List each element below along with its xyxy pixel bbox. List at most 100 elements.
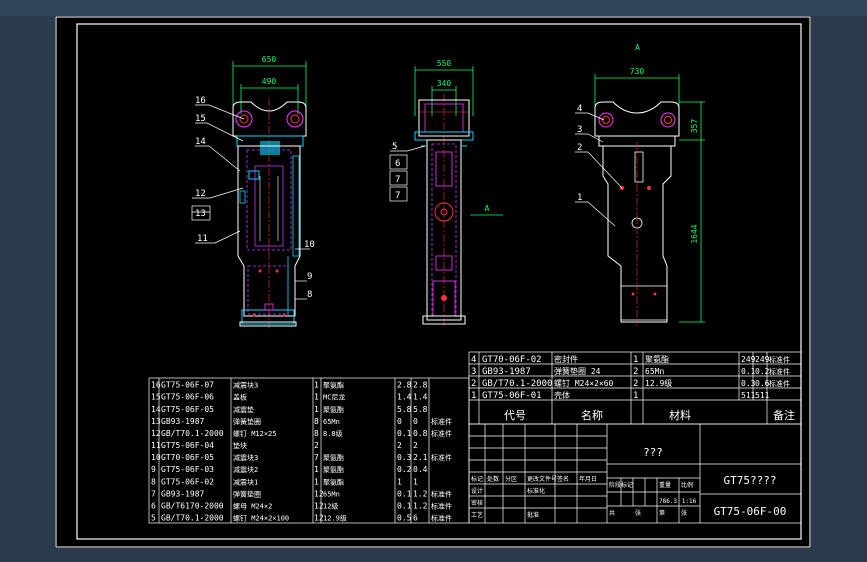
bom-upper-qty: 1 <box>633 355 638 365</box>
bom-lower-code: GB/T70.1-2000 <box>161 514 224 523</box>
bom-upper-note: 标准件 <box>769 379 790 388</box>
bom-lower-qty: 1 <box>314 405 319 414</box>
bom-lower-name: 螺钉 M24×2×100 <box>233 514 289 523</box>
viewer-right-margin <box>811 16 867 562</box>
front-callout-13: 13 <box>195 209 206 219</box>
bom-lower-no: 10 <box>151 453 161 462</box>
bom-upper-qty: 2 <box>633 379 638 389</box>
bom-lower-code: GT75-06F-06 <box>161 393 214 402</box>
side-callout-6: 6 <box>395 159 400 169</box>
title-label: 分区 <box>505 475 517 483</box>
bom-upper-qty: 2 <box>633 367 638 377</box>
title-label: 阶段标记 <box>609 481 633 489</box>
viewer-top-bar <box>0 0 867 16</box>
bom-lower-material: 12.9级 <box>323 514 347 523</box>
bom-upper-no: 3 <box>471 367 476 377</box>
bom-header-name: 名称 <box>581 408 603 422</box>
bom-lower-name: 减震垫 <box>233 405 254 414</box>
bom-lower-code: GT75-06F-05 <box>161 405 214 414</box>
bom-upper-w1: 0.3 <box>741 379 756 388</box>
bom-lower-note: 标准件 <box>431 453 452 462</box>
bom-lower-w1: 5.8 <box>397 405 412 414</box>
bom-lower-name: 减震块1 <box>233 477 258 486</box>
bom-header-material: 材料 <box>669 408 691 422</box>
bom-lower-no: 9 <box>151 465 156 474</box>
title-label: 比例 <box>681 481 693 489</box>
bom-upper-name: 密封件 <box>554 354 578 364</box>
bom-lower-w2: 1.2 <box>413 489 428 498</box>
front-callout-11: 11 <box>197 234 208 244</box>
title-label: 共 <box>609 509 615 517</box>
bom-lower-no: 11 <box>151 441 161 450</box>
drawing-canvas[interactable]: 6 5 0 490 16 15 14 12 13 11 10 9 8 550 340… <box>55 16 811 548</box>
bom-lower-w1: 1.4 <box>397 393 412 402</box>
title-label: 第 <box>659 509 665 517</box>
bom-lower-no: 5 <box>151 514 156 523</box>
right-dim-upper: 357 <box>690 119 699 134</box>
bom-lower-w2: 1.4 <box>413 393 428 402</box>
title-label: 张 <box>681 509 687 517</box>
bom-lower-note: 标准件 <box>431 514 452 523</box>
title-label: 批准 <box>527 511 539 519</box>
right-view-label: A <box>635 43 640 52</box>
bom-header-code: 代号 <box>504 409 526 422</box>
right-dim-lower: 1644 <box>690 224 699 243</box>
front-callout-9: 9 <box>307 272 312 282</box>
front-callout-10: 10 <box>304 240 315 250</box>
bom-upper-w1: 0.1 <box>741 367 756 376</box>
bom-lower-w2: 2.8 <box>413 381 428 390</box>
bom-lower-w1: 0.5 <box>397 514 412 523</box>
bom-lower-w1: 0.2 <box>397 465 412 474</box>
front-callout-15: 15 <box>195 114 206 124</box>
bom-lower-w2: 2 <box>413 441 418 450</box>
bom-lower-w1: 0.3 <box>397 453 412 462</box>
viewer-left-margin <box>0 16 55 562</box>
bom-lower-no: 16 <box>151 381 161 390</box>
title-label: 处数 <box>487 475 499 483</box>
title-label: 张 <box>635 509 641 517</box>
bom-lower-name: 弹簧垫圈 <box>233 417 261 426</box>
side-callout-7b: 7 <box>395 191 400 201</box>
bom-lower-material: 12级 <box>323 501 338 510</box>
bom-lower-note: 标准件 <box>431 417 452 426</box>
bom-lower-qty: 1 <box>314 393 319 402</box>
right-callout-4: 4 <box>577 104 582 114</box>
right-callout-1: 1 <box>577 193 582 203</box>
bom-upper-material: 12.9级 <box>645 378 672 388</box>
bom-upper-name: 螺钉 M24×2×60 <box>554 378 614 388</box>
bom-lower-note: 标准件 <box>431 501 452 510</box>
bom-upper-code: GT70-06F-02 <box>482 355 542 365</box>
right-callout-2: 2 <box>577 143 582 153</box>
bom-upper-w1: 249 <box>741 355 756 364</box>
bom-lower-w1: 0.1 <box>397 489 412 498</box>
bom-lower-qty: 2 <box>314 441 319 450</box>
title-drawing-title: GT75???? <box>724 474 777 487</box>
bom-upper-w2: 249 <box>755 355 770 364</box>
bom-lower-w1: 0.1 <box>397 429 412 438</box>
title-label: 年月日 <box>579 475 597 483</box>
bom-lower-material: 聚氨酯 <box>323 405 344 414</box>
bom-lower-qty: 8 <box>314 417 319 426</box>
bom-lower-w1: 0 <box>397 417 402 426</box>
front-callout-14: 14 <box>195 137 206 147</box>
side-callout-7: 7 <box>395 175 400 185</box>
bom-lower-w1: 1 <box>397 477 402 486</box>
side-dim-top: 550 <box>437 59 452 68</box>
bom-lower-code: GB93-1987 <box>161 417 205 426</box>
bom-lower-name: 盖板 <box>233 393 247 402</box>
bom-lower-code: GB93-1987 <box>161 489 205 498</box>
front-dim-inner: 490 <box>262 77 277 86</box>
bom-lower-qty: 8 <box>314 429 319 438</box>
side-section-mark: A <box>485 204 490 213</box>
bom-lower-code: GT75-06F-02 <box>161 477 214 486</box>
bom-lower-note: 标准件 <box>431 489 452 498</box>
bom-lower-material: 聚氨酯 <box>323 477 344 486</box>
side-dim-inner: 340 <box>437 79 452 88</box>
bom-upper-w1: 511 <box>741 391 756 400</box>
bom-lower-code: GT75-06F-07 <box>161 381 214 390</box>
right-callout-3: 3 <box>577 125 582 135</box>
bom-lower-code: GT70-06F-05 <box>161 453 214 462</box>
title-label: 审核 <box>471 499 483 507</box>
title-label: 设计 <box>471 487 483 495</box>
bom-lower-qty: 1 <box>314 477 319 486</box>
